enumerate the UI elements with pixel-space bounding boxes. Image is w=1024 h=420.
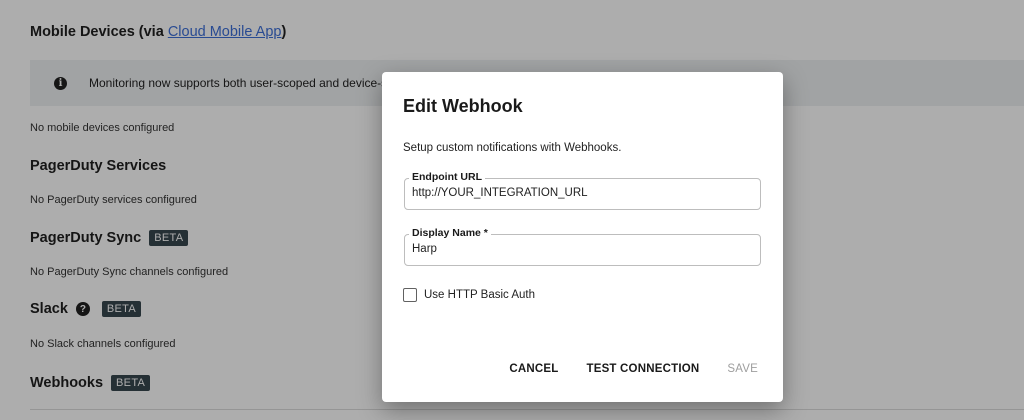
display-name-input[interactable] <box>412 243 752 255</box>
test-connection-button[interactable]: TEST CONNECTION <box>586 363 699 375</box>
endpoint-url-field[interactable]: Endpoint URL <box>404 171 761 210</box>
basic-auth-checkbox[interactable] <box>403 288 417 302</box>
dialog-actions: CANCEL TEST CONNECTION SAVE <box>509 363 758 375</box>
edit-webhook-dialog: Edit Webhook Setup custom notifications … <box>382 72 783 402</box>
dialog-title: Edit Webhook <box>403 96 523 116</box>
basic-auth-option[interactable]: Use HTTP Basic Auth <box>403 288 535 302</box>
save-button[interactable]: SAVE <box>727 363 758 375</box>
cancel-button[interactable]: CANCEL <box>509 363 558 375</box>
basic-auth-label: Use HTTP Basic Auth <box>424 289 535 301</box>
endpoint-url-input[interactable] <box>412 187 752 199</box>
display-name-field[interactable]: Display Name * <box>404 227 761 266</box>
endpoint-url-label: Endpoint URL <box>409 171 485 183</box>
display-name-label: Display Name * <box>409 227 491 239</box>
dialog-description: Setup custom notifications with Webhooks… <box>403 142 622 154</box>
